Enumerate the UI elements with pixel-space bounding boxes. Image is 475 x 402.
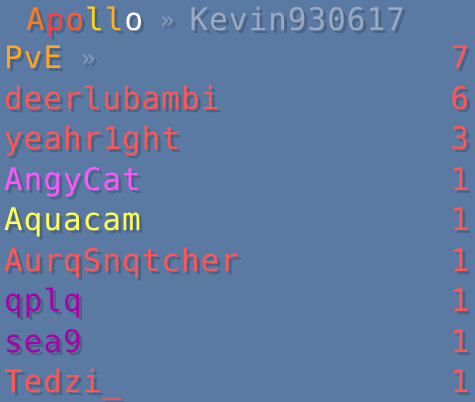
- scoreboard-row: PvE » 7: [4, 38, 470, 79]
- scoreboard-panel: Apollo » Kevin930617 PvE» 7 deerlubambi 6 ye…: [0, 0, 475, 402]
- row-score: 6: [450, 80, 470, 117]
- player-entry-name: AngyCat: [4, 161, 142, 198]
- row-score: 1: [450, 202, 470, 239]
- row-label: sea9: [4, 322, 83, 362]
- player-entry-name: deerlubambi: [4, 80, 221, 117]
- row-score: 1: [450, 161, 470, 198]
- row-score: 1: [450, 283, 470, 320]
- scoreboard-row: AurqSnqtcher 1: [4, 241, 470, 282]
- player-entry-name: AurqSnqtcher: [4, 242, 240, 279]
- player-entry-name: Aquacam: [4, 202, 142, 239]
- scoreboard-row: yeahr1ght 3: [4, 119, 470, 160]
- player-entry-name: Tedzi_: [4, 364, 122, 401]
- scoreboard-row: sea9 1: [4, 322, 470, 363]
- row-label: qplq: [4, 281, 83, 321]
- scoreboard-row: deerlubambi 6: [4, 79, 470, 120]
- row-label: yeahr1ght: [4, 119, 181, 159]
- row-label: AngyCat: [4, 160, 142, 200]
- server-name-letter: l: [104, 2, 125, 38]
- scoreboard-row: Tedzi_ 1: [4, 362, 470, 402]
- player-name: Kevin930617: [189, 2, 406, 38]
- separator-chevron-icon: »: [160, 6, 176, 34]
- row-score: 1: [450, 364, 470, 401]
- scoreboard-row: qplq 1: [4, 281, 470, 322]
- scoreboard-rows: PvE» 7 deerlubambi 6 yeahr1ght 3 AngyCat 1 Aquac…: [4, 38, 470, 402]
- row-label: deerlubambi: [4, 79, 220, 119]
- server-name-letter: A: [26, 2, 46, 38]
- scoreboard-row: Aquacam 1: [4, 200, 470, 241]
- row-label: Aquacam: [4, 200, 142, 240]
- player-entry-name: sea9: [4, 323, 83, 360]
- row-label: Tedzi_: [4, 362, 122, 402]
- server-name-letter: p: [45, 2, 66, 38]
- row-label: AurqSnqtcher: [4, 241, 240, 281]
- scoreboard-title: Apollo » Kevin930617: [4, 2, 470, 38]
- server-name-letter: o: [124, 2, 145, 38]
- server-name-letter: o: [65, 2, 86, 38]
- row-score: 1: [450, 323, 470, 360]
- row-score: 7: [450, 40, 470, 77]
- chevron-icon: »: [81, 44, 97, 73]
- player-entry-name: qplq: [4, 283, 83, 320]
- row-score: 1: [450, 242, 470, 279]
- player-entry-name: PvE: [4, 40, 63, 77]
- server-name-letter: l: [85, 2, 105, 38]
- server-name: Apollo: [26, 2, 144, 38]
- scoreboard-row: AngyCat 1: [4, 160, 470, 201]
- player-entry-name: yeahr1ght: [4, 121, 181, 158]
- row-label: PvE »: [4, 38, 96, 78]
- row-score: 3: [450, 121, 470, 158]
